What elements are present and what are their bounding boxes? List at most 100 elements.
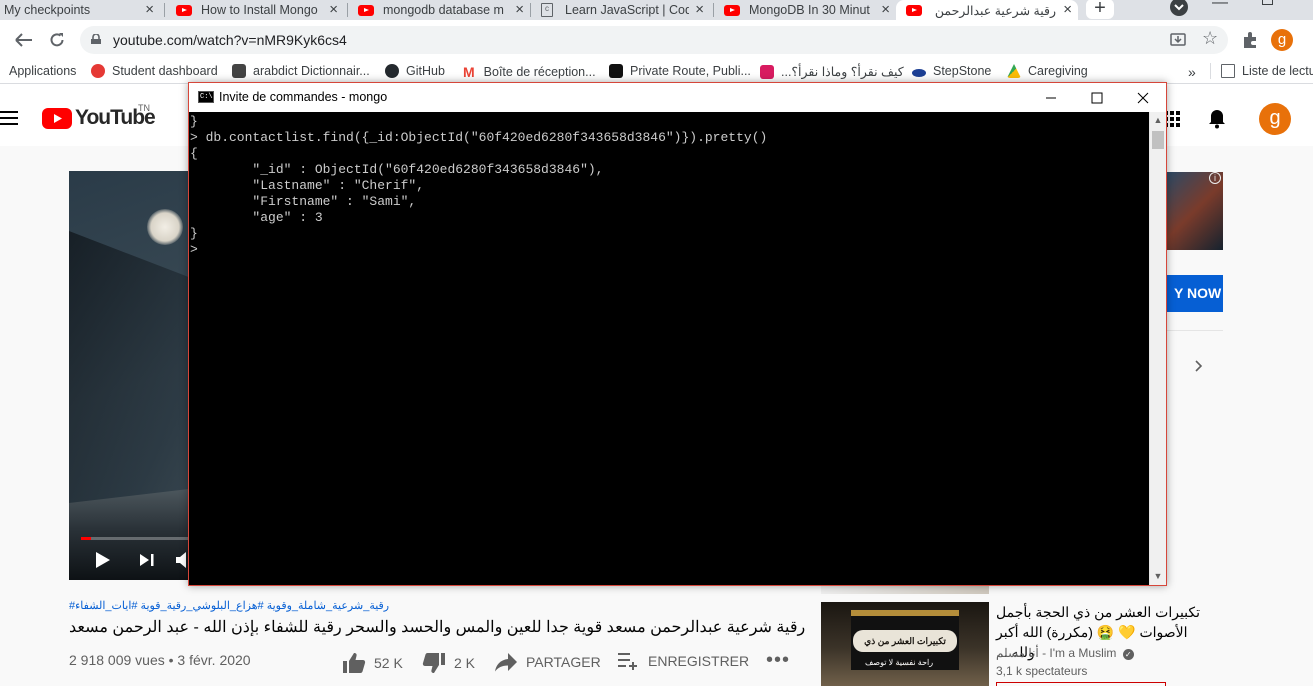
dislike-button[interactable]: 2 K [422,652,475,674]
chevron-right-icon[interactable] [1195,360,1203,372]
bookmark-student-dashboard[interactable]: Student dashboard [91,64,218,78]
share-arrow-icon [495,653,517,672]
live-badge-edge [996,682,1166,686]
minimize-icon [1046,97,1056,99]
scroll-up-arrow-icon[interactable]: ▲ [1150,112,1166,129]
close-icon[interactable]: × [695,1,704,18]
bookmark-label: StepStone [933,64,992,78]
bookmark-label: Caregiving [1028,64,1088,78]
address-bar[interactable]: youtube.com/watch?v=nMR9Kyk6cs4 ☆ [80,26,1228,54]
console-output[interactable]: } > db.contactlist.find({_id:ObjectId("60… [189,112,1149,585]
profile-avatar[interactable]: g [1271,29,1293,51]
thumbnail-banner: تكبيرات العشر من ذي الحجة [853,630,957,668]
tab-strip: My checkpoints × How to Install Mongo × … [0,0,1313,20]
command-prompt-window[interactable]: C:\ Invite de commandes - mongo } > db.co… [188,82,1167,586]
close-icon[interactable]: × [1063,1,1072,18]
channel-name: أنا مسلم - I'm a Muslim [996,646,1117,660]
scrollbar-thumb[interactable] [1152,131,1164,149]
play-icon[interactable] [95,551,111,569]
close-icon[interactable]: × [515,1,524,18]
recommendation-channel[interactable]: أنا مسلم - I'm a Muslim ✓ [996,646,1134,660]
console-text[interactable]: } > db.contactlist.find({_id:ObjectId("60… [190,114,1149,258]
bookmark-private-route[interactable]: Private Route, Publi... [609,64,751,78]
notifications-bell-icon[interactable] [1208,109,1226,129]
tab-my-checkpoints[interactable]: My checkpoints × [0,0,160,20]
like-button[interactable]: 52 K [342,652,403,674]
youtube-logo-icon[interactable] [42,108,72,129]
volume-icon[interactable] [175,552,189,568]
close-icon[interactable]: × [881,1,890,18]
bookmark-caregiving[interactable]: Caregiving [1007,64,1088,78]
bookmark-favicon-icon [760,64,774,79]
tab-separator [530,3,531,17]
bookmark-label: GitHub [406,64,445,78]
bookmark-gmail[interactable]: M Boîte de réception... [463,64,596,80]
console-scrollbar[interactable]: ▲ ▼ [1149,112,1166,585]
bookmark-label: Private Route, Publi... [630,64,751,78]
extensions-puzzle-icon[interactable] [1241,31,1259,49]
reading-list[interactable]: Liste de lectu [1221,64,1313,78]
back-arrow-icon[interactable] [14,32,34,48]
minimize-button[interactable] [1028,83,1074,112]
info-icon[interactable]: i [1209,172,1221,184]
close-button[interactable] [1120,83,1166,112]
browser-toolbar: youtube.com/watch?v=nMR9Kyk6cs4 ☆ g [0,20,1313,60]
video-hashtags[interactable]: #رقية_شرعية_شاملة_وقوية #هزاع_البلوشي_رق… [69,599,389,612]
reload-icon[interactable] [48,31,66,49]
tab-title: My checkpoints [4,3,91,17]
restore-window-button[interactable] [1262,0,1273,5]
share-button[interactable]: PARTAGER [494,652,601,672]
console-line: } [190,114,198,129]
video-view-count: 2 918 009 vues • 3 févr. 2020 [69,652,251,668]
hamburger-menu-icon[interactable] [0,111,18,125]
ad-cta-button[interactable]: Y NOW [1166,275,1223,312]
tab-search-button[interactable] [1170,0,1188,16]
bookmark-arabdict[interactable]: arabdict Dictionnair... [232,64,370,78]
youtube-icon [724,4,740,16]
reading-list-label: Liste de lectu [1242,64,1313,78]
more-actions-icon[interactable]: ••• [766,649,790,672]
close-icon[interactable]: × [329,1,338,18]
dislike-count: 2 K [454,655,476,671]
close-icon[interactable]: × [145,1,154,18]
bookmark-arabic-reading[interactable]: كيف نقرأ؟ وماذا نقرأ؟... [760,64,904,79]
star-bookmark-icon[interactable]: ☆ [1202,28,1218,49]
bookmark-applications[interactable]: Applications [9,64,76,78]
tab-learn-javascript[interactable]: c Learn JavaScript | Cod × [538,0,710,20]
tab-mongodb-30-minutes[interactable]: MongoDB In 30 Minut × [721,0,896,20]
console-line: "Firstname" : "Sami", [190,194,417,209]
recommendation-thumbnail[interactable]: تكبيرات العشر من ذي الحجة راحة نفسية لا … [821,602,989,686]
install-app-icon[interactable] [1170,32,1186,48]
reading-list-icon [1221,64,1235,78]
console-line: "_id" : ObjectId("60f420ed6280f343658d38… [190,162,604,177]
medium-icon [609,64,623,78]
console-line: "Lastname" : "Cherif", [190,178,425,193]
more-bookmarks-chevron-icon[interactable]: » [1188,64,1196,80]
gmail-icon: M [463,64,475,80]
tab-separator [713,3,714,17]
tab-install-mongo[interactable]: How to Install Mongo × [172,0,344,20]
playlist-add-icon [618,653,637,670]
like-count: 52 K [374,655,403,671]
lock-icon[interactable] [91,34,101,44]
url-text[interactable]: youtube.com/watch?v=nMR9Kyk6cs4 [113,32,347,48]
tab-active-ruqya[interactable]: رقية شرعية عبدالرحمن م × [896,0,1078,20]
bookmark-stepstone[interactable]: StepStone [912,64,991,78]
tab-title: How to Install Mongo [201,3,318,17]
bookmark-label: كيف نقرأ؟ وماذا نقرأ؟... [781,65,904,79]
scroll-down-arrow-icon[interactable]: ▼ [1150,568,1166,585]
save-button[interactable]: ENREGISTRER [618,652,749,670]
bookmarks-bar: Applications Student dashboard arabdict … [0,60,1313,84]
maximize-button[interactable] [1074,83,1120,112]
bookmark-github[interactable]: GitHub [385,64,445,78]
tab-mongodb-database[interactable]: mongodb database m × [355,0,530,20]
window-title-bar[interactable]: C:\ Invite de commandes - mongo [189,83,1166,112]
youtube-account-avatar[interactable]: g [1259,103,1291,135]
bookmark-divider [1210,63,1211,79]
new-tab-button[interactable]: + [1086,0,1114,19]
tab-title: mongodb database m [383,3,504,17]
stepstone-icon [912,68,926,77]
tab-title: رقية شرعية عبدالرحمن م [931,3,1056,18]
next-video-icon[interactable] [139,553,155,567]
minimize-window-button[interactable]: — [1212,0,1228,12]
